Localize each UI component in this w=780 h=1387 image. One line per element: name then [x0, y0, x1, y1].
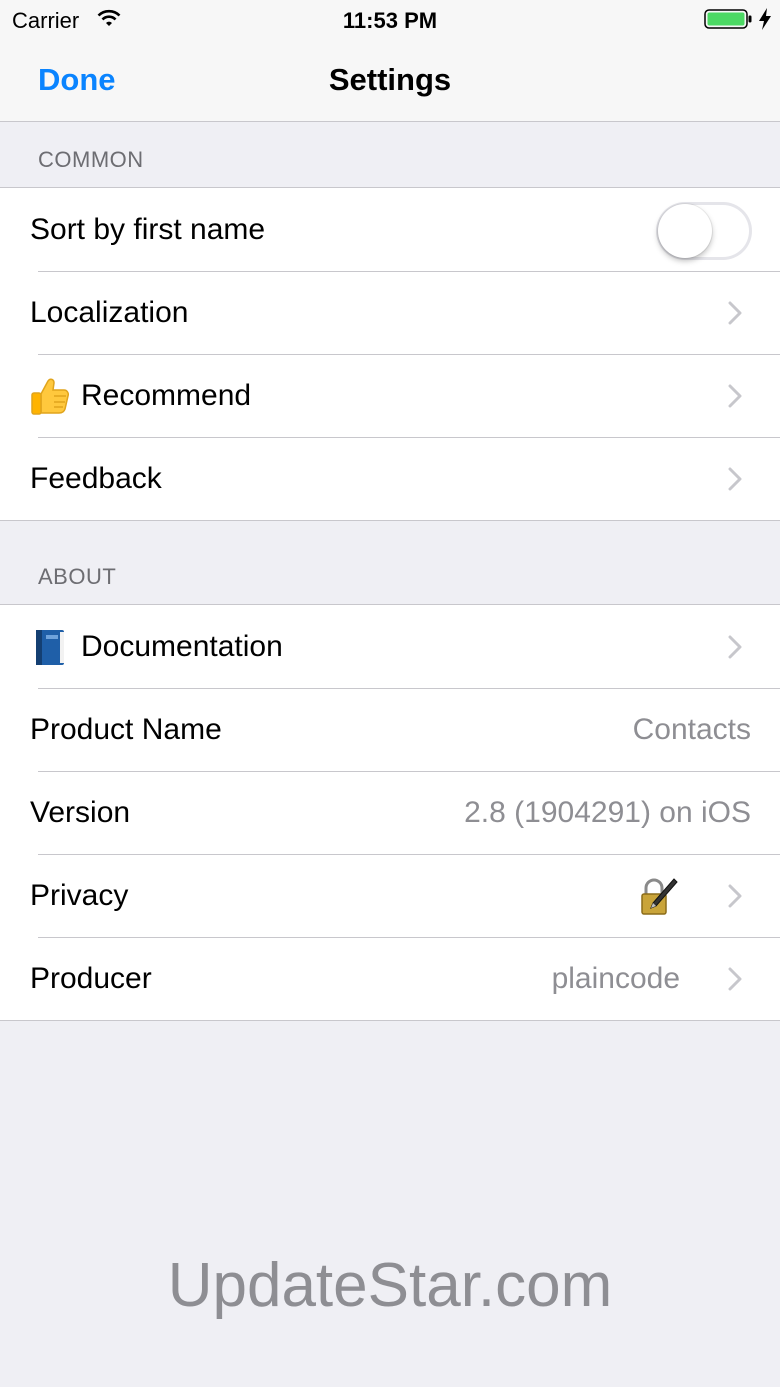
watermark: UpdateStar.com [167, 1251, 613, 1320]
version-row: Version 2.8 (1904291) on iOS [0, 771, 780, 854]
chevron-right-icon [728, 467, 742, 490]
version-value: 2.8 (1904291) on iOS [464, 795, 751, 829]
feedback-label: Feedback [30, 461, 162, 495]
privacy-row[interactable]: Privacy [0, 854, 780, 937]
feedback-row[interactable]: Feedback [0, 437, 780, 520]
page-title: Settings [328, 62, 452, 97]
recommend-label: Recommend [81, 378, 252, 412]
recommend-row[interactable]: Recommend [0, 354, 780, 437]
common-group: Sort by first name Localization Recommen… [0, 187, 780, 521]
status-time: 11:53 PM [342, 8, 438, 33]
producer-row[interactable]: Producer plaincode [0, 937, 780, 1020]
localization-row[interactable]: Localization [0, 271, 780, 354]
sort-by-first-name-toggle[interactable] [656, 202, 752, 260]
chevron-right-icon [728, 301, 742, 324]
version-label: Version [30, 795, 131, 829]
documentation-label: Documentation [81, 629, 283, 663]
lock-pen-icon [641, 877, 678, 915]
product-name-value: Contacts [632, 712, 751, 746]
documentation-row[interactable]: Documentation [0, 605, 780, 688]
book-icon [36, 629, 64, 665]
status-bar: Carrier 11:53 PM [0, 0, 780, 40]
chevron-right-icon [728, 635, 742, 658]
navigation-bar: Done Settings [0, 40, 780, 122]
product-name-row: Product Name Contacts [0, 688, 780, 771]
toggle-knob [658, 204, 712, 258]
privacy-label: Privacy [30, 878, 129, 912]
about-group: Documentation Product Name Contacts Vers… [0, 604, 780, 1021]
localization-label: Localization [30, 295, 189, 329]
section-header-common: COMMON [38, 147, 144, 172]
charging-icon [759, 8, 771, 30]
chevron-right-icon [728, 884, 742, 907]
producer-label: Producer [30, 961, 152, 995]
sort-by-first-name-label: Sort by first name [30, 212, 266, 246]
chevron-right-icon [728, 967, 742, 990]
chevron-right-icon [728, 384, 742, 407]
producer-value: plaincode [551, 961, 680, 995]
battery-icon [704, 9, 752, 29]
sort-by-first-name-row: Sort by first name [0, 188, 780, 271]
section-header-about: ABOUT [38, 564, 117, 589]
thumbs-up-icon [31, 378, 69, 415]
product-name-label: Product Name [30, 712, 222, 746]
